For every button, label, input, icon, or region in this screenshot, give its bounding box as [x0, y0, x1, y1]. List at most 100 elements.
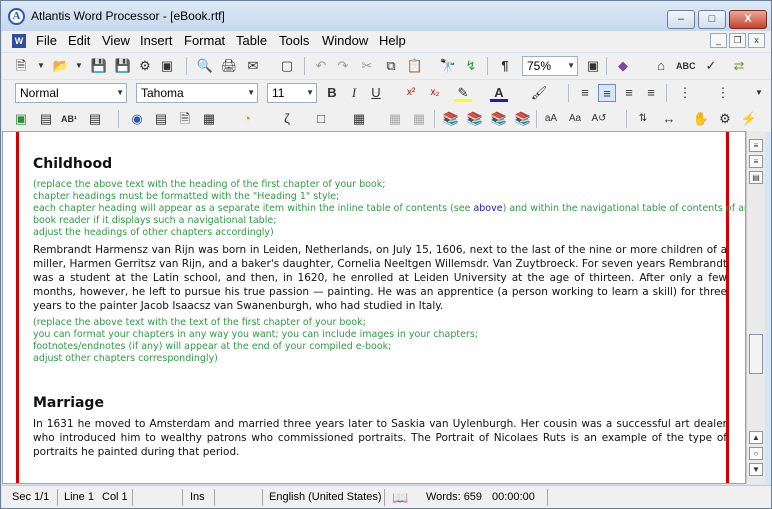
undo-icon[interactable]: ↶ — [312, 57, 330, 75]
status-language[interactable]: English (United States) — [269, 489, 382, 506]
symbol-icon[interactable]: ζ — [278, 110, 296, 128]
previous-page-icon[interactable]: ▲ — [749, 431, 763, 444]
redo-icon[interactable]: ↷ — [334, 57, 352, 75]
settings-icon[interactable]: ⚙ — [716, 110, 734, 128]
ebook-wizard-icon[interactable]: ⚡ — [740, 110, 758, 128]
ebook-settings-icon[interactable]: 📚 — [466, 110, 484, 128]
home-icon[interactable]: ⌂ — [652, 57, 670, 75]
bullet-list-icon[interactable]: ⋮ — [676, 84, 694, 102]
ebook-cover-icon[interactable]: 📚 — [490, 110, 508, 128]
web-link-icon[interactable]: ◉ — [128, 110, 146, 128]
menu-view[interactable]: View — [102, 33, 130, 48]
footnote-icon[interactable]: 🗎 — [176, 110, 194, 128]
font-select[interactable]: Tahoma ▼ — [136, 83, 258, 103]
navigate-icon[interactable]: ⇄ — [730, 57, 748, 75]
abc-icon[interactable]: AB¹ — [60, 110, 78, 128]
hand-tool-icon[interactable]: ✋ — [692, 110, 710, 128]
open-dropdown-icon[interactable]: ▼ — [70, 57, 88, 75]
table-column-icon[interactable]: ▦ — [386, 110, 404, 128]
style-select[interactable]: Normal ▼ — [15, 83, 127, 103]
highlight-icon[interactable]: ✎ — [454, 84, 472, 102]
maximize-button[interactable]: □ — [698, 10, 726, 29]
numbered-list-icon[interactable]: ⋮ — [714, 84, 732, 102]
page-view-icon[interactable]: ▤ — [749, 171, 763, 184]
find-icon[interactable]: 🔭 — [439, 57, 457, 75]
fax-icon[interactable]: ▢ — [278, 57, 296, 75]
menu-edit[interactable]: Edit — [68, 33, 90, 48]
justify-icon[interactable]: ≡ — [642, 84, 660, 102]
insert-object-icon[interactable]: □ — [312, 110, 330, 128]
field-icon[interactable]: ▦ — [200, 110, 218, 128]
font-shrink-icon[interactable]: Aa — [566, 110, 584, 128]
full-screen-icon[interactable]: ▣ — [584, 57, 602, 75]
print-preview-icon[interactable]: 🔍 — [196, 57, 214, 75]
open-folder-icon[interactable]: 📂 — [52, 57, 70, 75]
new-document-icon[interactable]: 🗎 — [12, 57, 30, 75]
menu-table[interactable]: Table — [236, 33, 267, 48]
browse-object-icon[interactable]: ○ — [749, 447, 763, 460]
ebook-export-icon[interactable]: 📚 — [514, 110, 532, 128]
format-painter-icon[interactable]: 🖌 — [530, 84, 548, 102]
next-page-icon[interactable]: ▼ — [749, 463, 763, 476]
print-icon[interactable]: 🖨 — [220, 57, 238, 75]
clock-icon[interactable]: ◔ — [238, 110, 256, 128]
italic-button[interactable]: I — [345, 84, 363, 102]
menu-insert[interactable]: Insert — [140, 33, 173, 48]
bold-button[interactable]: B — [323, 84, 341, 102]
menu-window[interactable]: Window — [322, 33, 368, 48]
paragraph-marks-icon[interactable]: ¶ — [496, 57, 514, 75]
vertical-scrollbar[interactable]: ≡ ≡ ▤ ▲ ○ ▼ — [746, 131, 765, 484]
close-button[interactable]: X — [729, 10, 767, 29]
new-dropdown-icon[interactable]: ▼ — [32, 57, 50, 75]
sort-icon[interactable]: ⇅ — [634, 110, 652, 128]
more-options-icon[interactable]: ▼ — [750, 84, 768, 102]
align-center-icon[interactable]: ≡ — [598, 84, 616, 102]
menu-help[interactable]: Help — [379, 33, 406, 48]
insert-table-icon[interactable]: ▦ — [350, 110, 368, 128]
paste-icon[interactable]: 📋 — [406, 57, 424, 75]
app-logo-icon[interactable]: A — [8, 8, 25, 25]
zoom-select[interactable]: 75% ▼ — [522, 56, 578, 76]
cut-icon[interactable]: ✂ — [358, 57, 376, 75]
above-link[interactable]: above — [473, 203, 502, 214]
email-icon[interactable]: ✉ — [244, 57, 262, 75]
book-icon[interactable]: 📖 — [392, 489, 408, 506]
align-left-icon[interactable]: ≡ — [576, 84, 594, 102]
spellcheck-icon[interactable]: ABC — [676, 57, 696, 75]
save-options-icon[interactable]: ⚙ — [136, 57, 154, 75]
ebook-icon[interactable]: ◆ — [614, 57, 632, 75]
document-area[interactable]: Childhood (replace the above text with t… — [2, 131, 746, 484]
font-color-icon[interactable]: A — [490, 84, 508, 102]
status-mode[interactable]: Ins — [190, 489, 205, 506]
split-view-icon[interactable]: ≡ — [749, 155, 763, 168]
menu-tools[interactable]: Tools — [279, 33, 309, 48]
menu-file[interactable]: File — [36, 33, 57, 48]
minimize-button[interactable]: – — [667, 10, 695, 29]
document-icon[interactable]: W — [12, 34, 26, 48]
font-size-select[interactable]: 11 ▼ — [267, 83, 317, 103]
table-row-icon[interactable]: ▦ — [410, 110, 428, 128]
superscript-button[interactable]: x² — [402, 84, 420, 102]
underline-button[interactable]: U — [367, 84, 385, 102]
doc-close-button[interactable]: x — [748, 33, 765, 48]
scrollbar-thumb[interactable] — [749, 334, 763, 374]
change-case-icon[interactable]: A↺ — [590, 110, 608, 128]
save-icon[interactable]: 💾 — [90, 57, 108, 75]
fit-width-icon[interactable]: ↔ — [660, 110, 678, 128]
columns-icon[interactable]: ▤ — [86, 110, 104, 128]
save-as-icon[interactable]: 💾 — [114, 57, 132, 75]
autocorrect-icon[interactable]: ✓ — [702, 57, 720, 75]
font-grow-icon[interactable]: aA — [542, 110, 560, 128]
bookmark-icon[interactable]: ▤ — [152, 110, 170, 128]
copy-icon[interactable]: ⧉ — [382, 57, 400, 75]
doc-minimize-button[interactable]: _ — [710, 33, 727, 48]
ebook-compile-icon[interactable]: 📚 — [442, 110, 460, 128]
align-right-icon[interactable]: ≡ — [620, 84, 638, 102]
view-mode-icon[interactable]: ≡ — [749, 139, 763, 152]
picture-icon[interactable]: ▣ — [12, 110, 30, 128]
doc-restore-button[interactable]: ❐ — [729, 33, 746, 48]
menu-format[interactable]: Format — [184, 33, 225, 48]
replace-icon[interactable]: ↯ — [462, 57, 480, 75]
subscript-button[interactable]: x₂ — [426, 84, 444, 102]
properties-icon[interactable]: ▣ — [158, 57, 176, 75]
